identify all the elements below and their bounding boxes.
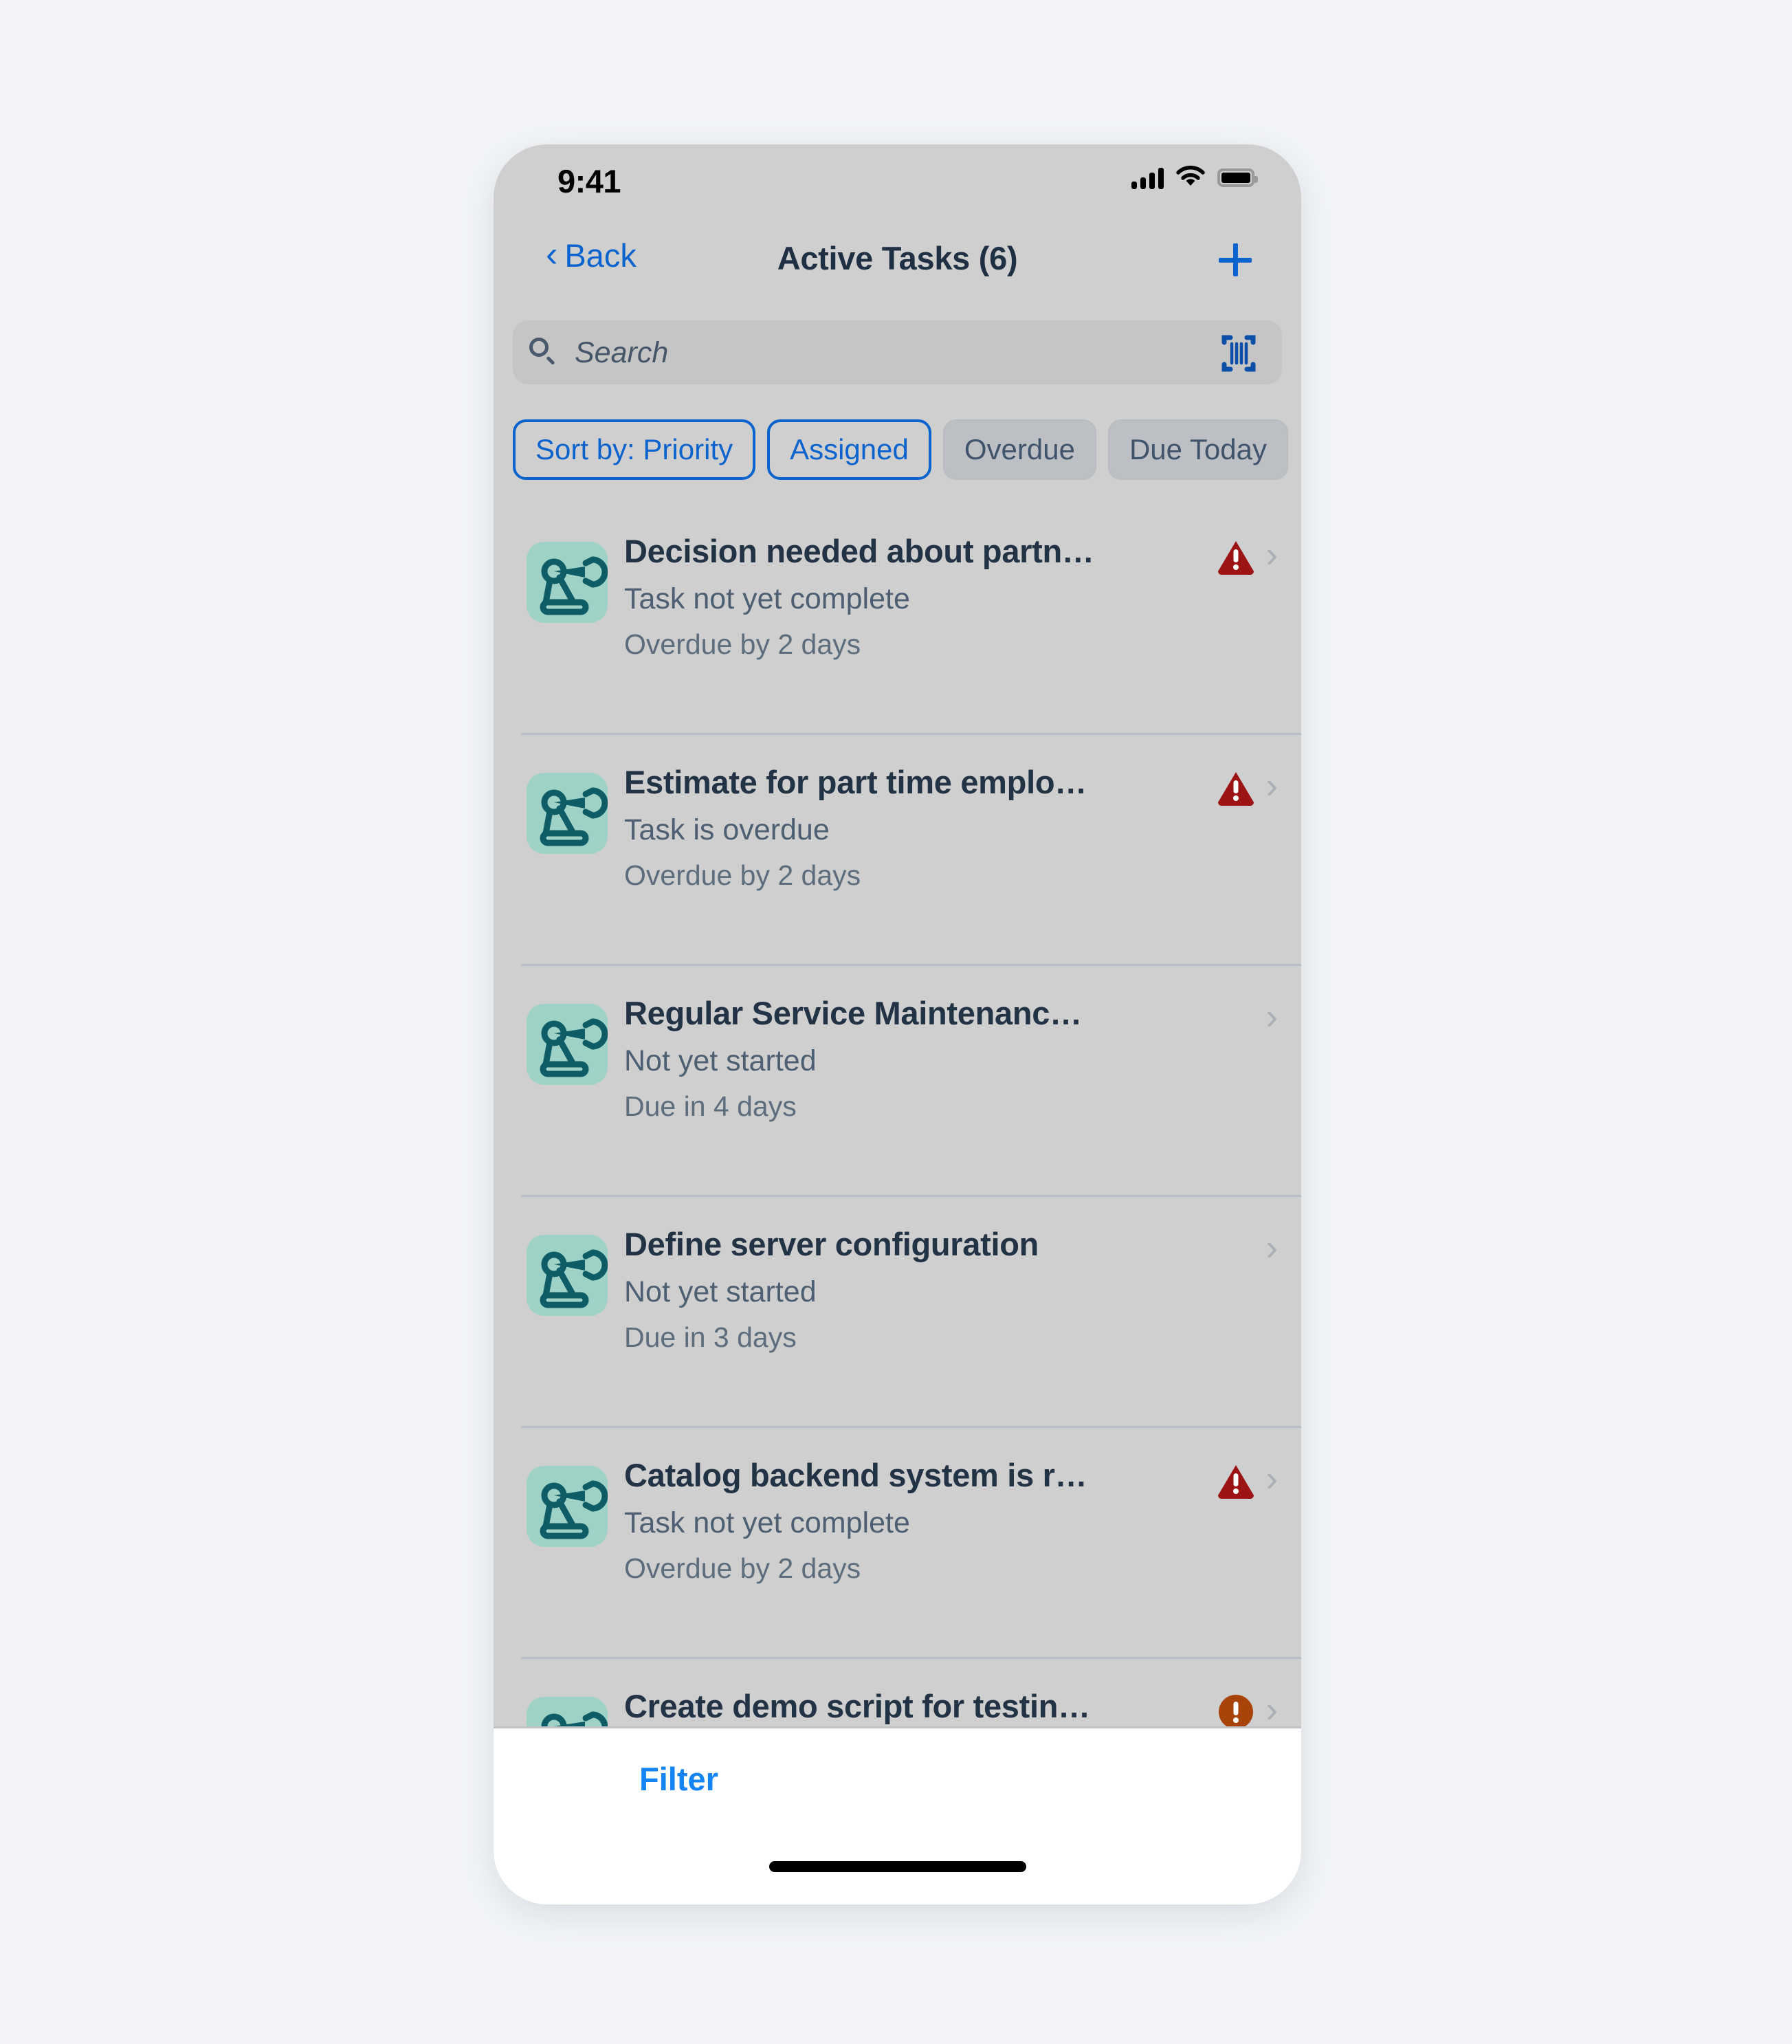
robotic-arm-icon	[527, 1235, 608, 1316]
task-due: Due in 4 days	[624, 1090, 797, 1122]
task-text-block: Define server configuration Not yet star…	[624, 1225, 1164, 1354]
task-due: Overdue by 2 days	[624, 628, 861, 660]
chevron-right-icon: ›	[1265, 766, 1278, 806]
task-row[interactable]: Define server configuration Not yet star…	[494, 1195, 1301, 1426]
task-status: Task not yet complete	[624, 1506, 910, 1539]
filter-chip-sort-by-priority[interactable]: Sort by: Priority	[513, 419, 756, 480]
alert-placeholder	[1217, 1000, 1255, 1038]
task-title: Regular Service Maintenanc…	[624, 995, 1082, 1031]
warning-triangle-icon	[1217, 769, 1255, 807]
task-status: Not yet started	[624, 1044, 817, 1077]
task-row-trailing: ›	[1217, 535, 1278, 576]
search-bar[interactable]	[513, 320, 1282, 386]
chevron-right-icon: ›	[1265, 535, 1278, 575]
chevron-right-icon: ›	[1265, 1690, 1278, 1730]
alert-circle-icon	[1217, 1693, 1255, 1731]
home-indicator	[768, 1861, 1026, 1872]
status-bar: 9:41	[494, 144, 1301, 228]
task-row[interactable]: Catalog backend system is r… Task not ye…	[494, 1426, 1301, 1657]
task-title: Estimate for part time emplo…	[624, 764, 1087, 800]
plus-icon[interactable]	[1209, 234, 1261, 286]
alert-placeholder	[1217, 1231, 1255, 1269]
phone-frame: 9:41 ‹ Back Active Tasks (6) Search Sort…	[494, 144, 1301, 1904]
battery-full-icon	[1217, 168, 1258, 187]
robotic-arm-icon	[527, 542, 608, 623]
task-title: Decision needed about partn…	[624, 533, 1094, 569]
filter-button[interactable]: Filter	[639, 1760, 718, 1798]
task-row[interactable]: Decision needed about partn… Task not ye…	[494, 502, 1301, 733]
task-due: Overdue by 2 days	[624, 859, 861, 891]
robotic-arm-icon	[527, 773, 608, 854]
task-list: Decision needed about partn… Task not ye…	[494, 502, 1301, 1904]
task-text-block: Estimate for part time emplo… Task is ov…	[624, 763, 1164, 892]
filter-chip-due-today[interactable]: Due Today	[1107, 419, 1288, 480]
filter-chip-assigned[interactable]: Assigned	[767, 419, 931, 480]
chevron-right-icon: ›	[1265, 997, 1278, 1037]
task-row-trailing: ›	[1217, 766, 1278, 807]
filter-chip-row: Sort by: Priority Assigned Overdue Due T…	[494, 413, 1301, 490]
task-title: Catalog backend system is r…	[624, 1457, 1087, 1493]
warning-triangle-icon	[1217, 538, 1255, 576]
navigation-bar: ‹ Back Active Tasks (6)	[494, 228, 1301, 303]
robotic-arm-icon	[527, 1004, 608, 1085]
chip-label: Assigned	[790, 433, 909, 465]
chip-label: Overdue	[964, 433, 1075, 465]
filter-chip-overdue[interactable]: Overdue	[942, 419, 1096, 480]
task-row-trailing: ›	[1217, 1228, 1278, 1269]
task-text-block: Regular Service Maintenanc… Not yet star…	[624, 994, 1164, 1123]
task-due: Overdue by 2 days	[624, 1552, 861, 1584]
task-text-block: Decision needed about partn… Task not ye…	[624, 532, 1164, 661]
search-icon	[529, 338, 557, 365]
warning-triangle-icon	[1217, 1462, 1255, 1500]
robotic-arm-icon	[527, 1466, 608, 1547]
task-status: Task is overdue	[624, 813, 830, 846]
task-row-trailing: ›	[1217, 997, 1278, 1038]
chip-label: Due Today	[1129, 433, 1267, 465]
task-text-block: Catalog backend system is r… Task not ye…	[624, 1456, 1164, 1585]
chip-label: Sort by: Priority	[535, 433, 733, 465]
barcode-scan-icon[interactable]	[1216, 333, 1261, 374]
status-bar-icons	[1131, 165, 1258, 190]
status-time: 9:41	[557, 163, 621, 199]
search-input[interactable]	[573, 320, 1147, 386]
cellular-signal-icon	[1131, 167, 1164, 189]
task-row[interactable]: Estimate for part time emplo… Task is ov…	[494, 733, 1301, 964]
bottom-toolbar: Filter Add	[494, 1726, 1301, 1904]
task-row-trailing: ›	[1217, 1690, 1278, 1731]
task-row-trailing: ›	[1217, 1459, 1278, 1500]
task-title: Define server configuration	[624, 1226, 1039, 1262]
task-title: Create demo script for testin…	[624, 1688, 1090, 1724]
chevron-right-icon: ›	[1265, 1228, 1278, 1268]
chevron-right-icon: ›	[1265, 1459, 1278, 1499]
task-row[interactable]: Regular Service Maintenanc… Not yet star…	[494, 964, 1301, 1195]
page-title: Active Tasks (6)	[777, 240, 1018, 276]
task-status: Task not yet complete	[624, 582, 910, 615]
wifi-icon	[1176, 165, 1205, 190]
task-status: Not yet started	[624, 1275, 817, 1308]
task-due: Due in 3 days	[624, 1321, 797, 1353]
